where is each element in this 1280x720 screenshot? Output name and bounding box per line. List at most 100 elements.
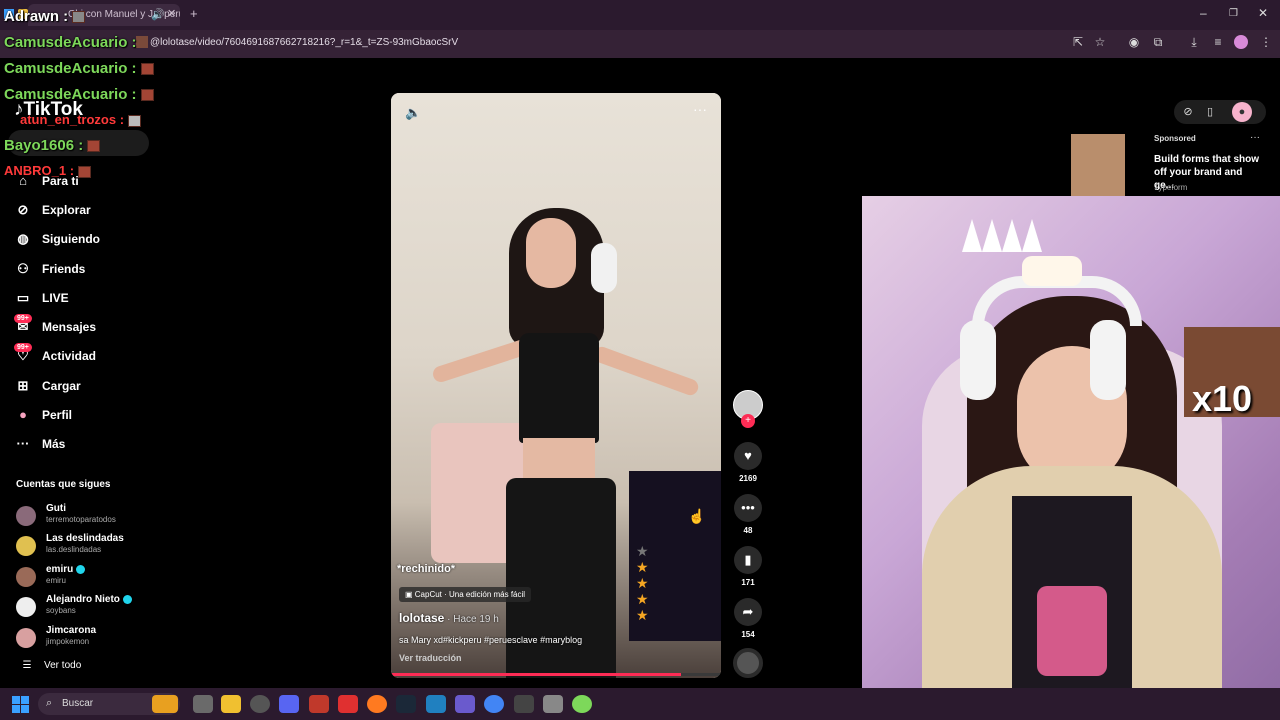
install-icon[interactable]: ⇱ [1070, 35, 1086, 51]
follow-plus-icon[interactable]: + [741, 414, 755, 428]
site-favicon-icon [136, 36, 148, 48]
video-caption-overlay: *rechinido* [397, 563, 456, 575]
minimize-icon[interactable]: – [1200, 6, 1207, 20]
like-button[interactable]: ♥ 2169 [733, 442, 763, 483]
heart-icon: ♥ [734, 442, 762, 470]
following-user: jimpokemon [46, 637, 90, 646]
star-icon[interactable]: ☆ [1092, 35, 1108, 51]
new-tab-icon[interactable]: + [190, 6, 198, 21]
taskbar [0, 688, 1280, 720]
tab-audio-icon[interactable]: 🔊 [151, 8, 165, 21]
light-crown-icon [962, 219, 1042, 252]
app-icon[interactable] [572, 695, 592, 713]
puzzle-icon[interactable]: ⧉ [1150, 35, 1166, 51]
search-icon: ⌕ [46, 697, 53, 709]
share-button[interactable]: ➦ 154 [733, 598, 763, 639]
webcam-headphone [1090, 320, 1126, 400]
bookmark-count: 171 [741, 578, 755, 587]
following-name: Guti [46, 503, 66, 514]
capcut-tag[interactable]: ▣ CapCut · Una edición más fácil [399, 587, 532, 602]
video-description: sa Mary xd#kickperu #peruesclave #marybl… [399, 635, 583, 645]
translate-link[interactable]: Ver traducción [399, 653, 462, 663]
app-icon[interactable] [338, 695, 358, 713]
ad-more-icon[interactable]: ··· [1250, 132, 1260, 143]
following-section-title: Cuentas que sigues [16, 479, 111, 490]
video-time: · Hace 19 h [444, 614, 499, 625]
star-rating-icon: ★ ★ ★ ★ ★ [636, 543, 649, 623]
nav-live[interactable]: ▭ LIVE [14, 290, 69, 312]
app-icon[interactable] [250, 695, 270, 713]
nav-friends[interactable]: ⚇ Friends [14, 261, 85, 283]
compass-icon[interactable]: ⊘ [1176, 102, 1200, 122]
emote-icon [72, 11, 86, 24]
emote-icon [127, 114, 141, 127]
video-author[interactable]: lolotase · Hace 19 h [399, 611, 499, 625]
nav-siguiendo[interactable]: ◍ Siguiendo [14, 231, 100, 253]
share-count: 154 [741, 630, 755, 639]
url-field[interactable]: @lolotase/video/7604691687662718216?_r=1… [150, 37, 458, 48]
user-avatar-icon[interactable]: ● [1232, 102, 1252, 122]
activity-badge: 99+ [14, 343, 32, 352]
avatar [16, 628, 36, 648]
video-progress-bar[interactable] [391, 673, 721, 676]
video-person-face [526, 218, 576, 288]
chrome-icon[interactable] [484, 695, 504, 713]
app-icon[interactable] [543, 695, 563, 713]
list-icon: ☰ [22, 660, 32, 671]
nav-mensajes[interactable]: ✉ 99+ Mensajes [14, 314, 96, 341]
nav-actividad[interactable]: ♡ 99+ Actividad [14, 343, 96, 370]
nav-explorar[interactable]: ⊘ Explorar [14, 202, 91, 224]
see-all-link[interactable]: ☰ Ver todo [18, 660, 82, 682]
music-disc-icon[interactable] [733, 648, 763, 678]
following-icon: ◍ [17, 231, 29, 246]
bookmark-button[interactable]: ▮ 171 [733, 546, 763, 587]
following-user: las.deslindadas [46, 545, 102, 554]
phone-icon[interactable]: ▯ [1198, 102, 1222, 122]
profile-avatar-icon[interactable] [1234, 35, 1248, 49]
task-view-icon[interactable] [193, 695, 213, 713]
webcam-headphone [960, 320, 996, 400]
discord-icon[interactable] [279, 695, 299, 713]
firefox-icon[interactable] [367, 695, 387, 713]
nav-cargar[interactable]: ⊞ Cargar [14, 378, 81, 400]
close-window-icon[interactable]: ✕ [1258, 6, 1268, 20]
following-name: Las deslindadas [46, 533, 124, 544]
app-icon[interactable] [455, 695, 475, 713]
app-icon[interactable] [309, 695, 329, 713]
tab-close-icon[interactable]: ✕ [167, 7, 176, 20]
chat-message: CamusdeAcuario : [4, 86, 154, 103]
menu-icon[interactable]: ⋮ [1258, 35, 1274, 51]
emote-icon [87, 140, 101, 153]
verified-icon [122, 594, 132, 604]
comment-count: 48 [743, 526, 753, 535]
following-name: Alejandro Nieto [46, 594, 132, 605]
chat-message: CamusdeAcuario : [4, 34, 137, 51]
windows-start-icon[interactable] [12, 696, 30, 714]
restore-icon[interactable]: ❐ [1229, 8, 1238, 19]
ad-thumbnail[interactable] [1071, 134, 1125, 196]
avatar [16, 536, 36, 556]
extension-icon[interactable]: ◉ [1126, 35, 1142, 51]
app-icon[interactable] [426, 695, 446, 713]
app-icon[interactable] [514, 695, 534, 713]
video-more-icon[interactable]: ··· [693, 101, 707, 117]
volume-icon[interactable]: 🔈 [405, 105, 421, 121]
download-icon[interactable]: ⤓ [1186, 35, 1202, 51]
chat-message: CamusdeAcuario : [4, 60, 154, 77]
like-count: 2169 [739, 474, 757, 483]
video-player[interactable]: ★ ★ ★ ★ ★ 🔈 ··· *rechinido* ▣ CapCut · Una e… [391, 93, 721, 678]
steam-icon[interactable] [396, 695, 416, 713]
following-name: emiru [46, 564, 86, 575]
chat-message: Bayo1606 : [4, 137, 101, 154]
taskbar-weather-icon[interactable] [152, 695, 178, 713]
webcam-overlay [862, 196, 1280, 720]
nav-mas[interactable]: ··· Más [14, 436, 66, 458]
mouse-cursor-icon: ☝ [688, 508, 706, 524]
nav-perfil[interactable]: ● Perfil [14, 407, 72, 429]
taskbar-search-label: Buscar [62, 698, 94, 709]
playlist-icon[interactable]: ≡ [1210, 35, 1226, 51]
comment-button[interactable]: ••• 48 [733, 494, 763, 535]
chat-message: Adrawn : [4, 8, 86, 25]
file-explorer-icon[interactable] [221, 695, 241, 713]
video-person-top [519, 333, 599, 443]
